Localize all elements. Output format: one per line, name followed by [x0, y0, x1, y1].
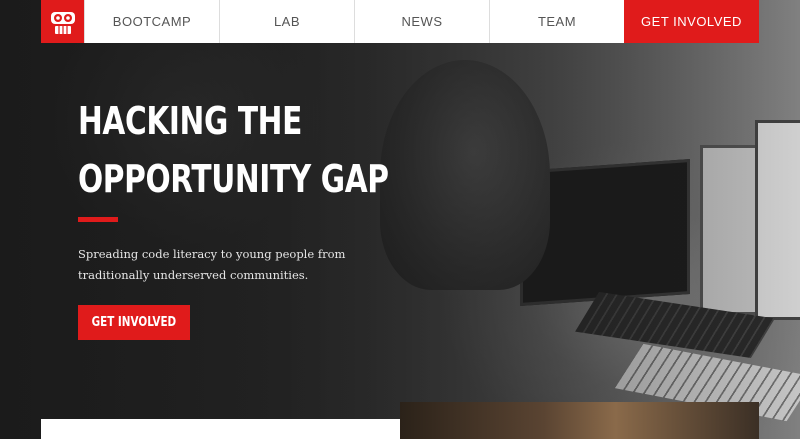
robot-logo-icon — [50, 11, 75, 34]
hero-get-involved-button[interactable]: GET INVOLVED — [78, 305, 190, 340]
hero-subtext: Spreading code literacy to young people … — [78, 247, 346, 282]
hero-headline: HACKING THE OPPORTUNITY GAP — [78, 92, 389, 208]
hero-background — [0, 0, 800, 439]
home-logo-link[interactable] — [41, 0, 84, 43]
nav-get-involved-button[interactable]: GET INVOLVED — [624, 0, 759, 43]
nav-item-lab[interactable]: LAB — [219, 0, 354, 43]
nav-item-team[interactable]: TEAM — [489, 0, 624, 43]
nav-item-bootcamp[interactable]: BOOTCAMP — [84, 0, 219, 43]
content-photo — [400, 402, 759, 439]
hero-overlay — [0, 0, 800, 439]
hero-button-label: GET INVOLVED — [91, 315, 177, 330]
headline-line-1: HACKING THE — [78, 99, 302, 143]
nav-item-news[interactable]: NEWS — [354, 0, 489, 43]
headline-divider — [78, 217, 118, 222]
content-card — [41, 419, 400, 439]
headline-line-2: OPPORTUNITY GAP — [78, 157, 389, 201]
main-nav: BOOTCAMP LAB NEWS TEAM GET INVOLVED — [41, 0, 759, 43]
